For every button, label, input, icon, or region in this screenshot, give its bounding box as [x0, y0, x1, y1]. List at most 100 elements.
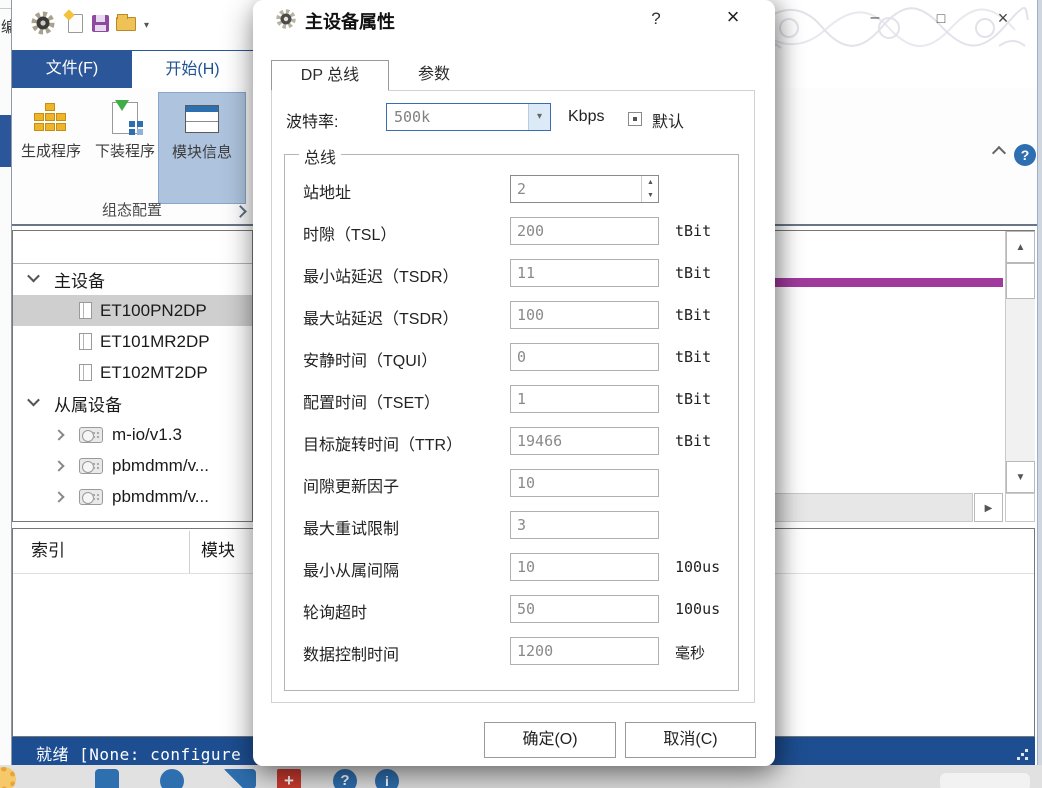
background-window-sliver: 编	[0, 0, 12, 765]
ribbon-group-label: 组态配置	[12, 199, 252, 220]
dialog-title: 主设备属性	[305, 8, 395, 34]
dropdown-arrow-icon[interactable]: ▾	[528, 104, 550, 130]
tree-item-slave-1[interactable]: pbmdmm/v...	[13, 450, 252, 481]
slave-device-icon	[79, 458, 103, 474]
scroll-up-icon[interactable]: ▲	[1006, 231, 1035, 263]
chevron-down-icon[interactable]	[27, 394, 40, 407]
download-program-label: 下装程序	[84, 140, 166, 163]
form-row-tset: 配置时间（TSET） tBit	[285, 385, 738, 415]
gap-factor-input[interactable]	[510, 469, 659, 497]
chevron-right-icon[interactable]	[53, 491, 64, 502]
max-tsdr-input[interactable]	[510, 301, 659, 329]
download-icon	[84, 96, 166, 140]
default-checkbox[interactable]	[628, 112, 642, 126]
ttr-input[interactable]	[510, 427, 659, 455]
form-row-station-address: 站地址 ▲ ▼	[285, 175, 738, 205]
spinner-up-icon[interactable]: ▲	[642, 176, 659, 189]
background-blue-block	[0, 115, 12, 167]
vertical-scroll-thumb[interactable]	[1006, 263, 1035, 299]
tree-item-master-0[interactable]: ET100PN2DP	[13, 295, 252, 326]
module-info-icon	[159, 97, 245, 141]
dialog-gear-icon	[275, 8, 297, 30]
taskbar-app-icon[interactable]	[95, 769, 119, 788]
taskbar-app-icon[interactable]	[160, 769, 184, 788]
tset-input[interactable]	[510, 385, 659, 413]
module-info-button[interactable]: 模块信息	[158, 92, 246, 204]
app-gear-icon[interactable]	[30, 10, 56, 36]
form-row-ttr: 目标旋转时间（TTR） tBit	[285, 427, 738, 457]
chevron-right-icon[interactable]	[53, 460, 64, 471]
taskbar-add-icon[interactable]: +	[277, 769, 301, 788]
spinner-down-icon[interactable]: ▼	[642, 189, 659, 202]
tree-item-master-2[interactable]: ET102MT2DP	[13, 357, 252, 388]
download-program-button[interactable]: 下装程序	[84, 92, 166, 204]
dialog-close-button[interactable]: ×	[715, 2, 751, 32]
tree-item-slave-2[interactable]: pbmdmm/v...	[13, 481, 252, 512]
taskbar-info-icon[interactable]: i	[375, 769, 399, 788]
slave-device-icon	[79, 427, 103, 443]
chevron-down-icon[interactable]	[27, 270, 40, 283]
new-file-icon[interactable]	[68, 14, 83, 33]
generate-program-button[interactable]: 生成程序	[20, 92, 82, 204]
tree-group-master[interactable]: 主设备	[13, 264, 252, 295]
master-device-icon	[79, 333, 92, 350]
taskbar-button[interactable]	[940, 773, 1030, 788]
column-header-module[interactable]: 模块	[201, 529, 235, 573]
master-properties-dialog: 主设备属性 ? × DP 总线 参数 波特率: 500k ▾ Kbps 默认 总…	[253, 0, 775, 766]
tree-header-strip	[13, 231, 252, 264]
maximize-button[interactable]: □	[926, 4, 956, 32]
data-control-time-input[interactable]	[510, 637, 659, 665]
status-text: 就绪 [None: configure	[36, 741, 241, 765]
form-row-data-control-time: 数据控制时间 毫秒	[285, 637, 738, 667]
poll-timeout-input[interactable]	[510, 595, 659, 623]
minimize-button[interactable]: –	[860, 4, 890, 32]
master-device-icon	[79, 364, 92, 381]
taskbar-help-icon[interactable]: ?	[333, 769, 357, 788]
taskbar-gear-icon[interactable]	[0, 767, 16, 788]
taskbar: + ? i	[0, 765, 1042, 788]
station-address-input[interactable]	[510, 175, 659, 203]
vertical-scrollbar[interactable]: ▲ ▼	[1005, 231, 1035, 493]
tree-item-slave-0[interactable]: m-io/v1.3	[13, 419, 252, 450]
min-slave-interval-input[interactable]	[510, 553, 659, 581]
retry-limit-input[interactable]	[510, 511, 659, 539]
tab-home[interactable]: 开始(H)	[132, 50, 253, 88]
toolbar-more-icon[interactable]: ▾	[144, 20, 149, 31]
ok-button[interactable]: 确定(O)	[484, 722, 616, 758]
form-row-gap-factor: 间隙更新因子	[285, 469, 738, 499]
resize-grip[interactable]	[1017, 749, 1029, 761]
spinner-control[interactable]: ▲ ▼	[641, 176, 658, 202]
tqui-input[interactable]	[510, 343, 659, 371]
tab-file[interactable]: 文件(F)	[12, 50, 132, 88]
save-icon[interactable]	[92, 15, 109, 32]
scrollbar-corner	[1005, 493, 1035, 522]
bus-groupbox-label: 总线	[299, 144, 341, 168]
tree-item-master-1[interactable]: ET101MR2DP	[13, 326, 252, 357]
collapse-ribbon-icon[interactable]	[992, 146, 1006, 160]
min-tsdr-input[interactable]	[510, 259, 659, 287]
column-divider[interactable]	[189, 531, 190, 573]
dialog-help-button[interactable]: ?	[641, 6, 671, 32]
close-button[interactable]: ×	[988, 4, 1018, 32]
dialog-tabs: DP 总线 参数	[271, 60, 475, 91]
column-header-index[interactable]: 索引	[31, 529, 65, 573]
divider	[0, 8, 12, 9]
tab-parameters[interactable]: 参数	[393, 60, 475, 91]
cancel-button[interactable]: 取消(C)	[625, 722, 756, 758]
form-row-poll-timeout: 轮询超时 100us	[285, 595, 738, 625]
baudrate-unit: Kbps	[568, 108, 604, 126]
tsl-input[interactable]	[510, 217, 659, 245]
master-device-icon	[79, 302, 92, 319]
taskbar-edit-icon[interactable]	[222, 769, 256, 788]
scroll-right-icon[interactable]: ▶	[974, 493, 1003, 522]
partial-text: 编	[1, 16, 12, 37]
help-button[interactable]: ?	[1014, 144, 1036, 166]
form-row-tqui: 安静时间（TQUI） tBit	[285, 343, 738, 373]
baudrate-select[interactable]: 500k ▾	[386, 103, 551, 131]
tree-group-slave[interactable]: 从属设备	[13, 388, 252, 419]
chevron-right-icon[interactable]	[53, 429, 64, 440]
tab-dp-bus[interactable]: DP 总线	[271, 60, 389, 91]
open-folder-icon[interactable]	[116, 17, 136, 31]
baudrate-label: 波特率:	[286, 108, 338, 132]
scroll-down-icon[interactable]: ▼	[1006, 461, 1035, 493]
